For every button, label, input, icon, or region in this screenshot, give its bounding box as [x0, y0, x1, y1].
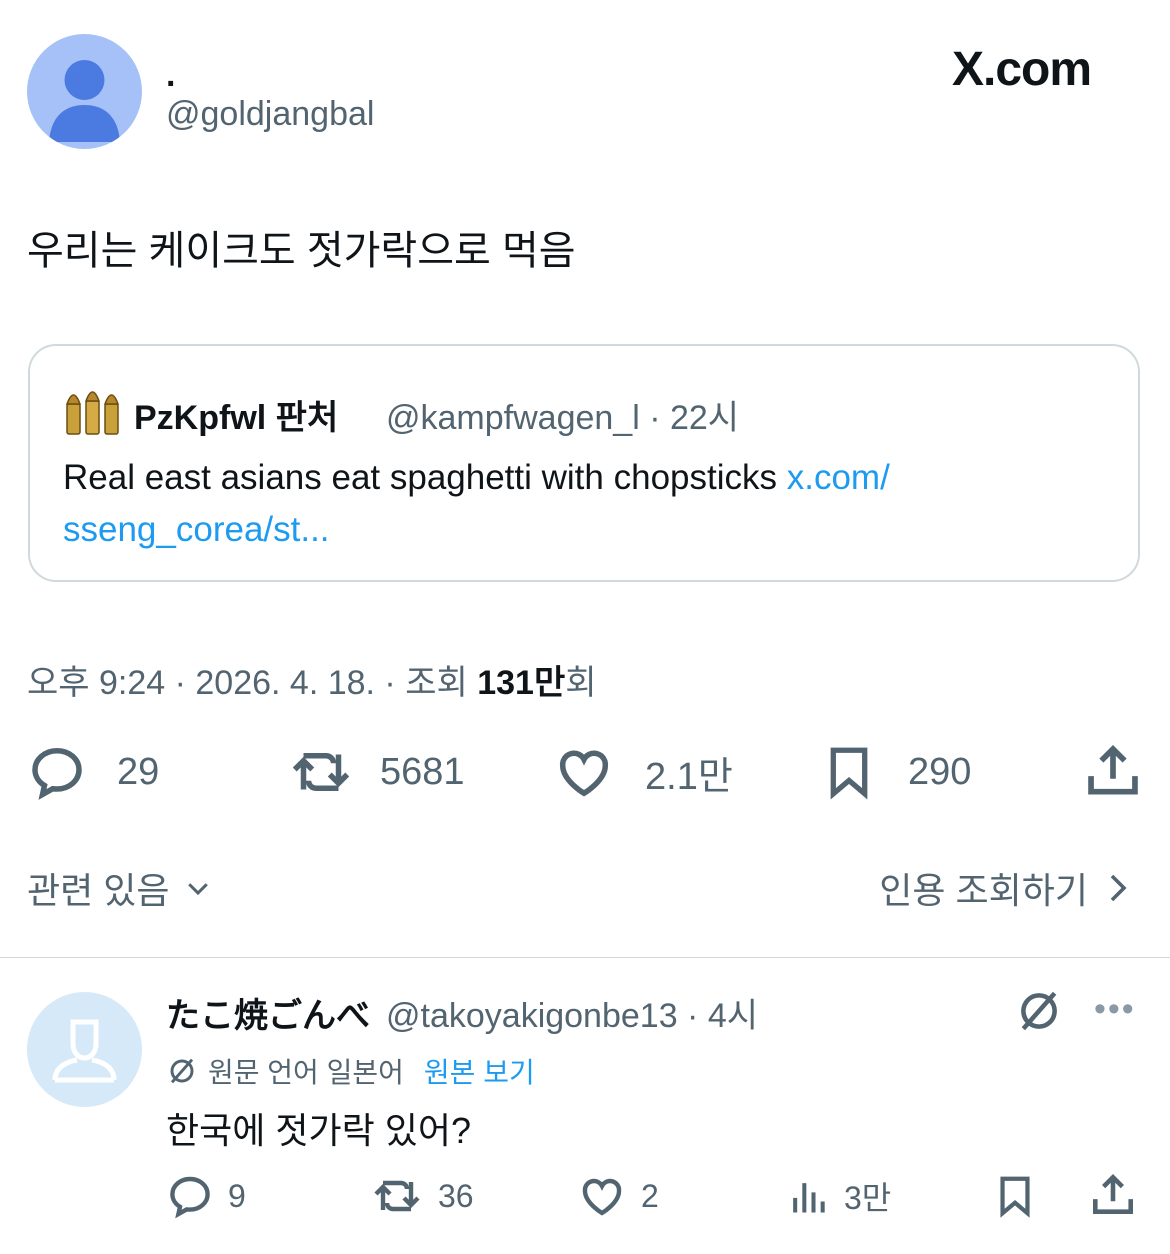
quoted-handle-time[interactable]: @kampfwagen_l · 22시	[386, 390, 739, 439]
bookmark-count: 290	[908, 750, 972, 793]
show-original-link[interactable]: 원본 보기	[424, 1051, 535, 1091]
reply-reply-button[interactable]: 9	[166, 1172, 246, 1220]
reply-view-count: 3만	[844, 1180, 892, 1216]
translate-globe-icon	[170, 1058, 194, 1084]
view-count[interactable]: 131만	[477, 664, 565, 702]
share-icon	[1088, 745, 1138, 795]
reply-count: 29	[117, 750, 160, 793]
translation-note: 원문 언어 일본어 원본 보기	[166, 1051, 535, 1091]
quoted-link-continued[interactable]: sseng_corea/st...	[63, 510, 330, 549]
bookmark-button[interactable]: 290	[820, 742, 971, 802]
author-avatar[interactable]	[27, 34, 142, 149]
translate-toggle-button[interactable]	[1014, 986, 1064, 1041]
heart-icon	[559, 750, 609, 797]
quoted-text: Real east asians eat spaghetti with chop…	[63, 452, 1103, 556]
post-meta: 오후 9:24 · 2026. 4. 18. · 조회 131만회	[27, 655, 597, 704]
heart-icon	[582, 1178, 622, 1216]
post-timestamp: 오후 9:24 · 2026. 4. 18. · 조회	[27, 664, 478, 702]
view-quotes-link[interactable]: 인용 조회하기	[879, 862, 1130, 914]
quoted-display-name[interactable]: PzKpfwl 판처	[134, 390, 338, 439]
reply-reply-count: 9	[228, 1177, 246, 1214]
bookmark-icon	[830, 747, 868, 800]
reply-author-avatar[interactable]	[27, 992, 142, 1107]
repost-icon	[292, 753, 350, 791]
post-text: 우리는 케이크도 젓가락으로 먹음	[27, 229, 576, 273]
author-handle[interactable]: @goldjangbal	[166, 95, 374, 134]
repost-button[interactable]: 5681	[288, 742, 465, 802]
reply-like-button[interactable]: 2	[577, 1172, 659, 1220]
reply-text: 한국에 젓가락 있어?	[166, 1110, 471, 1151]
bookmark-icon	[1000, 1176, 1030, 1218]
repost-count: 5681	[380, 750, 465, 793]
reply-views-button[interactable]: 3만	[786, 1172, 891, 1220]
reply-bookmark-button[interactable]	[992, 1172, 1038, 1220]
chevron-right-icon	[1110, 874, 1127, 902]
translation-source-label: 원문 언어 일본어	[208, 1057, 404, 1088]
more-options-icon[interactable]: •••	[1094, 990, 1136, 1029]
quoted-link[interactable]: x.com/	[787, 458, 890, 497]
translate-globe-icon	[1021, 991, 1057, 1031]
reply-repost-button[interactable]: 36	[370, 1172, 474, 1220]
repost-icon	[374, 1180, 420, 1212]
analytics-bars-icon	[793, 1183, 825, 1213]
related-dropdown[interactable]: 관련 있음	[27, 862, 213, 914]
reply-icon	[170, 1176, 210, 1219]
related-label: 관련 있음	[27, 870, 170, 911]
default-avatar-icon	[49, 60, 120, 142]
share-icon	[1093, 1174, 1133, 1214]
view-quotes-label: 인용 조회하기	[879, 870, 1088, 911]
share-button[interactable]	[1082, 740, 1144, 802]
brand-logo: X.com	[952, 43, 1092, 96]
reply-repost-count: 36	[438, 1177, 474, 1214]
like-button[interactable]: 2.1만	[553, 742, 733, 802]
reply-handle-time[interactable]: @takoyakigonbe13 · 4시	[386, 988, 758, 1037]
reply-icon	[32, 747, 82, 800]
like-count: 2.1만	[645, 755, 733, 798]
quoted-post-card[interactable]: PzKpfwl 판처 @kampfwagen_l · 22시 Real east…	[28, 344, 1140, 582]
reply-like-count: 2	[641, 1177, 659, 1214]
default-avatar-icon	[52, 1019, 117, 1083]
chevron-down-icon	[188, 883, 209, 896]
quoted-text-body: Real east asians eat spaghetti with chop…	[63, 458, 787, 497]
reply-share-button[interactable]	[1088, 1170, 1138, 1220]
reply-display-name[interactable]: たこ焼ごんべ	[166, 988, 370, 1037]
view-count-suffix: 회	[565, 664, 597, 702]
section-divider	[0, 957, 1170, 958]
author-display-name[interactable]: .	[166, 56, 175, 95]
reply-button[interactable]: 29	[27, 742, 159, 802]
bullets-emoji-icon	[63, 384, 123, 436]
